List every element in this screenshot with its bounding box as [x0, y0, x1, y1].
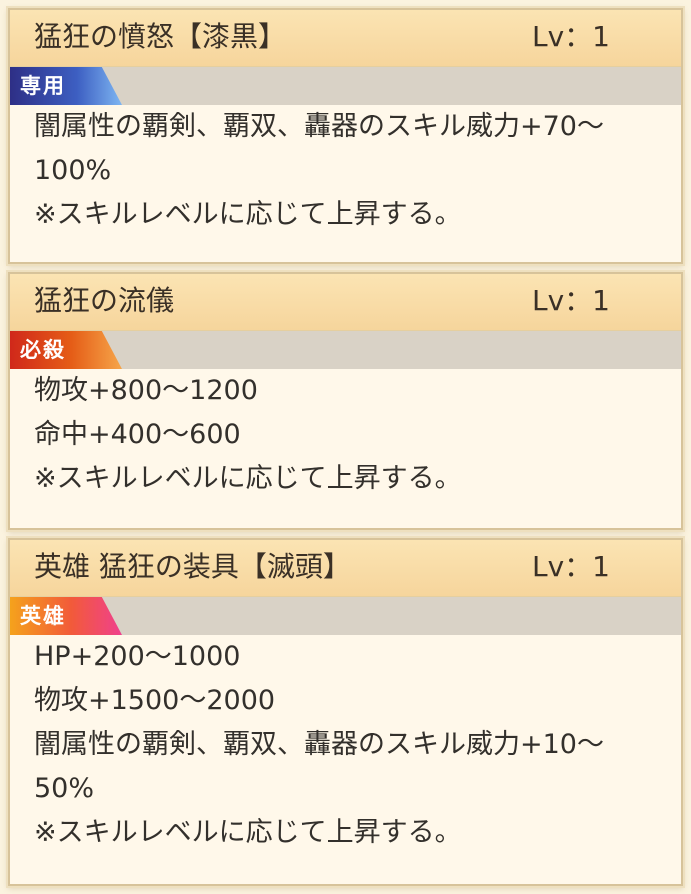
skill-description: HP+200～1000 物攻+1500～2000 闇属性の覇剣、覇双、轟器のスキ… — [10, 635, 681, 855]
description-line: 物攻+1500～2000 — [34, 685, 276, 716]
description-line: 100% — [34, 155, 112, 186]
skill-tag-bar: 必殺 — [10, 331, 681, 369]
skill-list: 猛狂の憤怒【漆黒】 Lv：1 専用 闇属性の覇剣、覇双、轟器のスキル威力+70～… — [0, 0, 691, 894]
skill-tag-label: 専用 — [20, 74, 66, 98]
skill-tag-badge: 必殺 — [10, 331, 122, 369]
skill-tag-bar: 専用 — [10, 67, 681, 105]
description-line: ※スキルレベルに応じて上昇する。 — [34, 463, 462, 494]
skill-name: 猛狂の流儀 — [34, 284, 175, 317]
description-line: ※スキルレベルに応じて上昇する。 — [34, 817, 462, 848]
skill-level: Lv：1 — [532, 550, 610, 583]
skill-card-header: 猛狂の憤怒【漆黒】 Lv：1 — [10, 10, 681, 67]
skill-card[interactable]: 猛狂の憤怒【漆黒】 Lv：1 専用 闇属性の覇剣、覇双、轟器のスキル威力+70～… — [8, 8, 683, 264]
skill-name: 英雄 猛狂の装具【滅頭】 — [34, 550, 351, 583]
skill-card-header: 猛狂の流儀 Lv：1 — [10, 274, 681, 331]
skill-card-header: 英雄 猛狂の装具【滅頭】 Lv：1 — [10, 540, 681, 597]
skill-tag-badge: 英雄 — [10, 597, 122, 635]
skill-card[interactable]: 英雄 猛狂の装具【滅頭】 Lv：1 英雄 HP+200～1000 物攻+1500… — [8, 538, 683, 886]
skill-description: 闇属性の覇剣、覇双、轟器のスキル威力+70～ 100% ※スキルレベルに応じて上… — [10, 105, 681, 237]
skill-card[interactable]: 猛狂の流儀 Lv：1 必殺 物攻+800～1200 命中+400～600 ※スキ… — [8, 272, 683, 530]
skill-tag-label: 英雄 — [20, 604, 66, 628]
skill-level: Lv：1 — [532, 284, 610, 317]
description-line: HP+200～1000 — [34, 641, 241, 672]
skill-level: Lv：1 — [532, 20, 610, 53]
description-line: 物攻+800～1200 — [34, 375, 258, 406]
description-line: 50% — [34, 773, 95, 804]
skill-tag-label: 必殺 — [20, 338, 66, 362]
skill-name: 猛狂の憤怒【漆黒】 — [34, 20, 287, 53]
skill-tag-bar: 英雄 — [10, 597, 681, 635]
description-line: ※スキルレベルに応じて上昇する。 — [34, 199, 462, 230]
description-line: 闇属性の覇剣、覇双、轟器のスキル威力+10～ — [34, 729, 604, 760]
description-line: 闇属性の覇剣、覇双、轟器のスキル威力+70～ — [34, 111, 604, 142]
skill-description: 物攻+800～1200 命中+400～600 ※スキルレベルに応じて上昇する。 — [10, 369, 681, 501]
skill-tag-badge: 専用 — [10, 67, 122, 105]
description-line: 命中+400～600 — [34, 419, 241, 450]
